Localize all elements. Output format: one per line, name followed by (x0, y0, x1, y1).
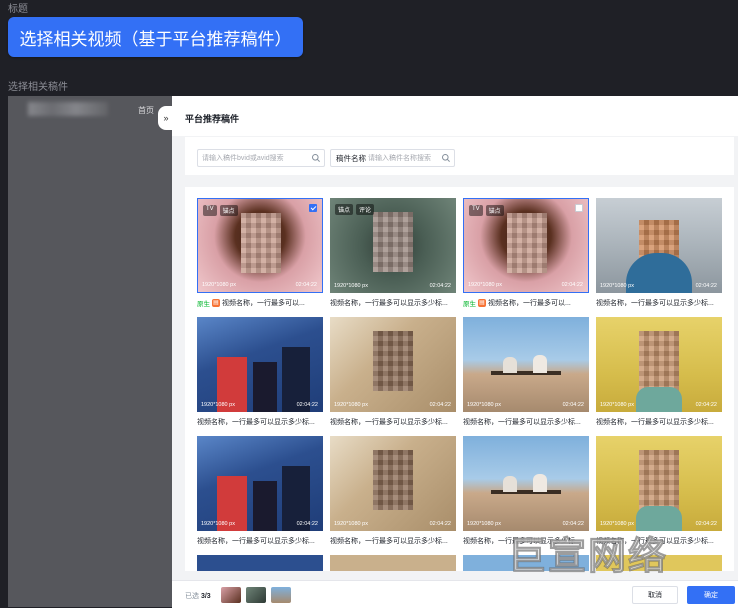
video-thumbnail[interactable]: 1920*1080 px 02:04:22 (330, 317, 456, 412)
video-tag: 评论 (356, 204, 375, 215)
video-thumbnail[interactable]: 1920*1080 px 02:04:22 (596, 317, 722, 412)
selected-prefix: 已选 (185, 593, 199, 600)
video-caption-row: 视频名称，一行最多可以显示多少标... (330, 535, 456, 547)
orange-doc-icon: ▤ (478, 299, 486, 307)
video-duration: 02:04:22 (295, 282, 317, 288)
video-thumbnail[interactable]: TV 锚点 1920*1080 px 02:04:22 (197, 198, 323, 293)
video-thumbnail[interactable]: 1920*1080 px 02:04:22 (596, 198, 722, 293)
video-thumbnail[interactable] (330, 555, 456, 571)
video-duration: 02:04:22 (296, 521, 318, 527)
video-caption: 视频名称，一行最多可以显示多少标... (330, 538, 448, 545)
video-caption-row: 视频名称，一行最多可以显示多少标... (197, 416, 323, 428)
video-caption: 视频名称，一行最多可以显示多少标... (596, 300, 714, 307)
video-duration: 02:04:22 (695, 402, 717, 408)
select-related-label: 选择相关稿件 (8, 82, 68, 93)
video-caption-row: 原生 ▤ 视频名称，一行最多可以... (197, 297, 323, 309)
video-resolution: 1920*1080 px (467, 402, 501, 408)
name-search-field[interactable]: 稿件名称 (330, 149, 455, 167)
video-caption: 视频名称，一行最多可以显示多少标... (463, 419, 581, 426)
video-resolution: 1920*1080 px (202, 282, 236, 288)
video-resolution: 1920*1080 px (468, 282, 502, 288)
video-caption-row: 视频名称，一行最多可以显示多少标... (596, 297, 722, 309)
video-caption: 视频名称，一行最多可以... (488, 300, 571, 307)
video-duration: 02:04:22 (429, 402, 451, 408)
video-grid: TV 锚点 1920*1080 px 02:04:22 原生 ▤ 视频名称，一行最… (185, 187, 734, 571)
video-resolution: 1920*1080 px (334, 402, 368, 408)
bvid-search-input[interactable] (202, 150, 310, 166)
name-filter-label: 稿件名称 (336, 154, 366, 163)
video-resolution: 1920*1080 px (467, 521, 501, 527)
video-thumbnail[interactable]: TV 锚点 1920*1080 px 02:04:22 (463, 198, 589, 293)
drawer-footer: 已选 3/3 取消 确定 (172, 580, 738, 608)
video-caption-row: 视频名称，一行最多可以显示多少标... (596, 416, 722, 428)
video-caption-row: 视频名称，一行最多可以显示多少标... (463, 416, 589, 428)
form-title-label: 标题 (8, 4, 28, 15)
video-thumbnail[interactable]: 1920*1080 px 02:04:22 (197, 317, 323, 412)
collapse-drawer-icon[interactable]: » (158, 106, 174, 130)
confirm-button[interactable]: 确定 (687, 586, 735, 604)
video-duration: 02:04:22 (296, 402, 318, 408)
search-icon[interactable] (441, 153, 451, 163)
video-resolution: 1920*1080 px (201, 521, 235, 527)
video-tag: 锚点 (485, 205, 504, 216)
video-thumbnail[interactable]: 1920*1080 px 02:04:22 (463, 436, 589, 531)
video-duration: 02:04:22 (429, 521, 451, 527)
video-resolution: 1920*1080 px (201, 402, 235, 408)
video-resolution: 1920*1080 px (600, 402, 634, 408)
video-thumbnail[interactable] (197, 555, 323, 571)
video-resolution: 1920*1080 px (600, 283, 634, 289)
video-resolution: 1920*1080 px (334, 283, 368, 289)
video-duration: 02:04:22 (429, 283, 451, 289)
video-duration: 02:04:22 (695, 283, 717, 289)
selected-thumb[interactable] (271, 587, 291, 603)
video-tag: TV (469, 205, 483, 216)
filter-bar: 稿件名称 (185, 137, 734, 175)
blurred-logo (28, 102, 108, 116)
video-thumbnail[interactable]: 1920*1080 px 02:04:22 (197, 436, 323, 531)
video-tag: TV (203, 205, 217, 216)
video-thumbnail[interactable]: 1920*1080 px 02:04:22 (330, 436, 456, 531)
home-link[interactable]: 首页 (138, 105, 154, 116)
video-caption: 视频名称，一行最多可以显示多少标... (596, 419, 714, 426)
video-tag: 锚点 (219, 205, 238, 216)
select-related-videos-button[interactable]: 选择相关视频（基于平台推荐稿件） (8, 17, 303, 57)
video-duration: 02:04:22 (695, 521, 717, 527)
video-resolution: 1920*1080 px (334, 521, 368, 527)
video-thumbnail[interactable]: 锚点 评论 1920*1080 px 02:04:22 (330, 198, 456, 293)
video-caption: 视频名称，一行最多可以... (222, 300, 305, 307)
watermark: 巨宣网络 (508, 534, 669, 579)
drawer-title: 平台推荐稿件 (185, 114, 240, 124)
select-checkbox[interactable] (575, 204, 583, 212)
video-caption-row: 视频名称，一行最多可以显示多少标... (330, 416, 456, 428)
video-tag: 锚点 (335, 204, 354, 215)
bvid-search-field[interactable] (197, 149, 325, 167)
cancel-button[interactable]: 取消 (632, 586, 678, 604)
video-thumbnail[interactable]: 1920*1080 px 02:04:22 (596, 436, 722, 531)
video-thumbnail[interactable]: 1920*1080 px 02:04:22 (463, 317, 589, 412)
video-duration: 02:04:22 (562, 402, 584, 408)
video-caption: 视频名称，一行最多可以显示多少标... (197, 419, 315, 426)
drawer-header: 平台推荐稿件 (172, 96, 738, 136)
video-caption-row: 视频名称，一行最多可以显示多少标... (197, 535, 323, 547)
video-duration: 02:04:22 (561, 282, 583, 288)
selected-thumb[interactable] (221, 587, 241, 603)
name-search-input[interactable] (368, 150, 438, 166)
select-checkbox[interactable] (309, 204, 317, 212)
video-caption-row: 原生 ▤ 视频名称，一行最多可以... (463, 297, 589, 309)
video-caption: 视频名称，一行最多可以显示多少标... (330, 419, 448, 426)
video-caption-row: 视频名称，一行最多可以显示多少标... (330, 297, 456, 309)
left-nav-panel: 首页 (8, 96, 172, 607)
selected-thumb[interactable] (246, 587, 266, 603)
original-badge: 原生 (197, 301, 210, 308)
video-caption: 视频名称，一行最多可以显示多少标... (330, 300, 448, 307)
search-icon[interactable] (311, 153, 321, 163)
selected-count-value: 3/3 (200, 593, 211, 600)
original-badge: 原生 (463, 301, 476, 308)
video-caption: 视频名称，一行最多可以显示多少标... (197, 538, 315, 545)
selected-count: 已选 3/3 (185, 591, 211, 601)
orange-doc-icon: ▤ (212, 299, 220, 307)
